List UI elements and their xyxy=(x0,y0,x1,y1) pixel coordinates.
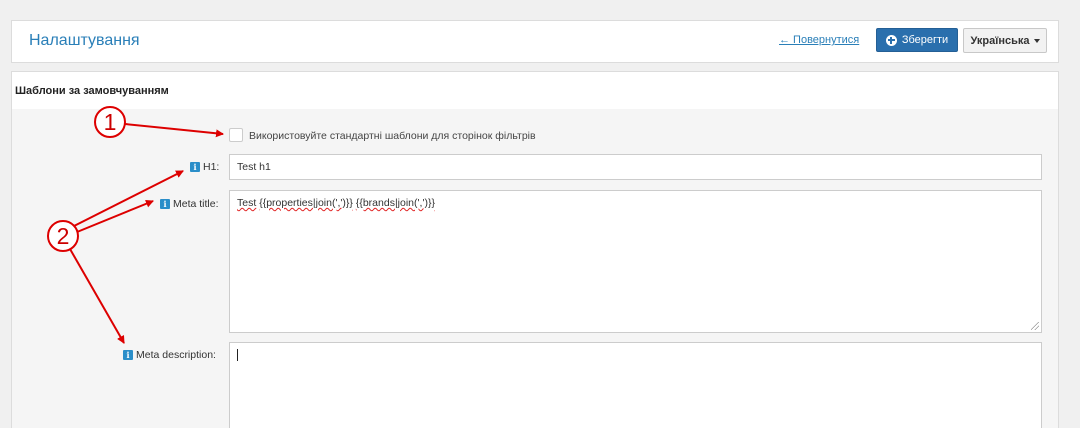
panel-header: Шаблони за замовчуванням xyxy=(12,72,1058,109)
info-icon[interactable]: i xyxy=(190,162,200,172)
h1-value: Test h1 xyxy=(237,161,271,173)
default-templates-checkbox-label: Використовуйте стандартні шаблони для ст… xyxy=(249,130,536,142)
meta-title-prefix: Test xyxy=(237,197,257,209)
meta-title-token: {{brands|join(',')}} xyxy=(355,197,435,209)
meta-description-textarea[interactable] xyxy=(229,342,1042,428)
caret-down-icon xyxy=(1033,38,1040,43)
language-dropdown[interactable]: Українська xyxy=(963,28,1047,53)
meta-description-label-group: i Meta description: xyxy=(123,349,216,361)
default-templates-checkbox[interactable] xyxy=(229,128,243,142)
back-link[interactable]: ← Повернутися xyxy=(779,34,859,46)
meta-title-label: Meta title: xyxy=(173,198,219,210)
h1-label: H1: xyxy=(203,161,220,173)
h1-input[interactable]: Test h1 xyxy=(229,154,1042,180)
text-cursor xyxy=(237,349,238,361)
info-icon[interactable]: i xyxy=(123,350,133,360)
plus-circle-icon xyxy=(885,34,897,46)
info-icon[interactable]: i xyxy=(160,199,170,209)
panel-title: Шаблони за замовчуванням xyxy=(15,85,169,97)
meta-title-token: {{properties|join(',')}} xyxy=(259,197,353,209)
language-label: Українська xyxy=(970,34,1030,47)
header-bar: Налаштування ← Повернутися Зберегти Укра… xyxy=(11,20,1059,63)
save-button-label: Зберегти xyxy=(901,34,949,46)
resize-handle[interactable] xyxy=(1031,322,1039,330)
page-title: Налаштування xyxy=(29,32,140,49)
meta-title-textarea[interactable]: Test {{properties|join(',')}} {{brands|j… xyxy=(229,190,1042,333)
save-button[interactable]: Зберегти xyxy=(876,28,958,52)
h1-label-group: i H1: xyxy=(190,161,219,173)
meta-title-label-group: i Meta title: xyxy=(160,198,219,210)
meta-description-label: Meta description: xyxy=(136,349,216,361)
